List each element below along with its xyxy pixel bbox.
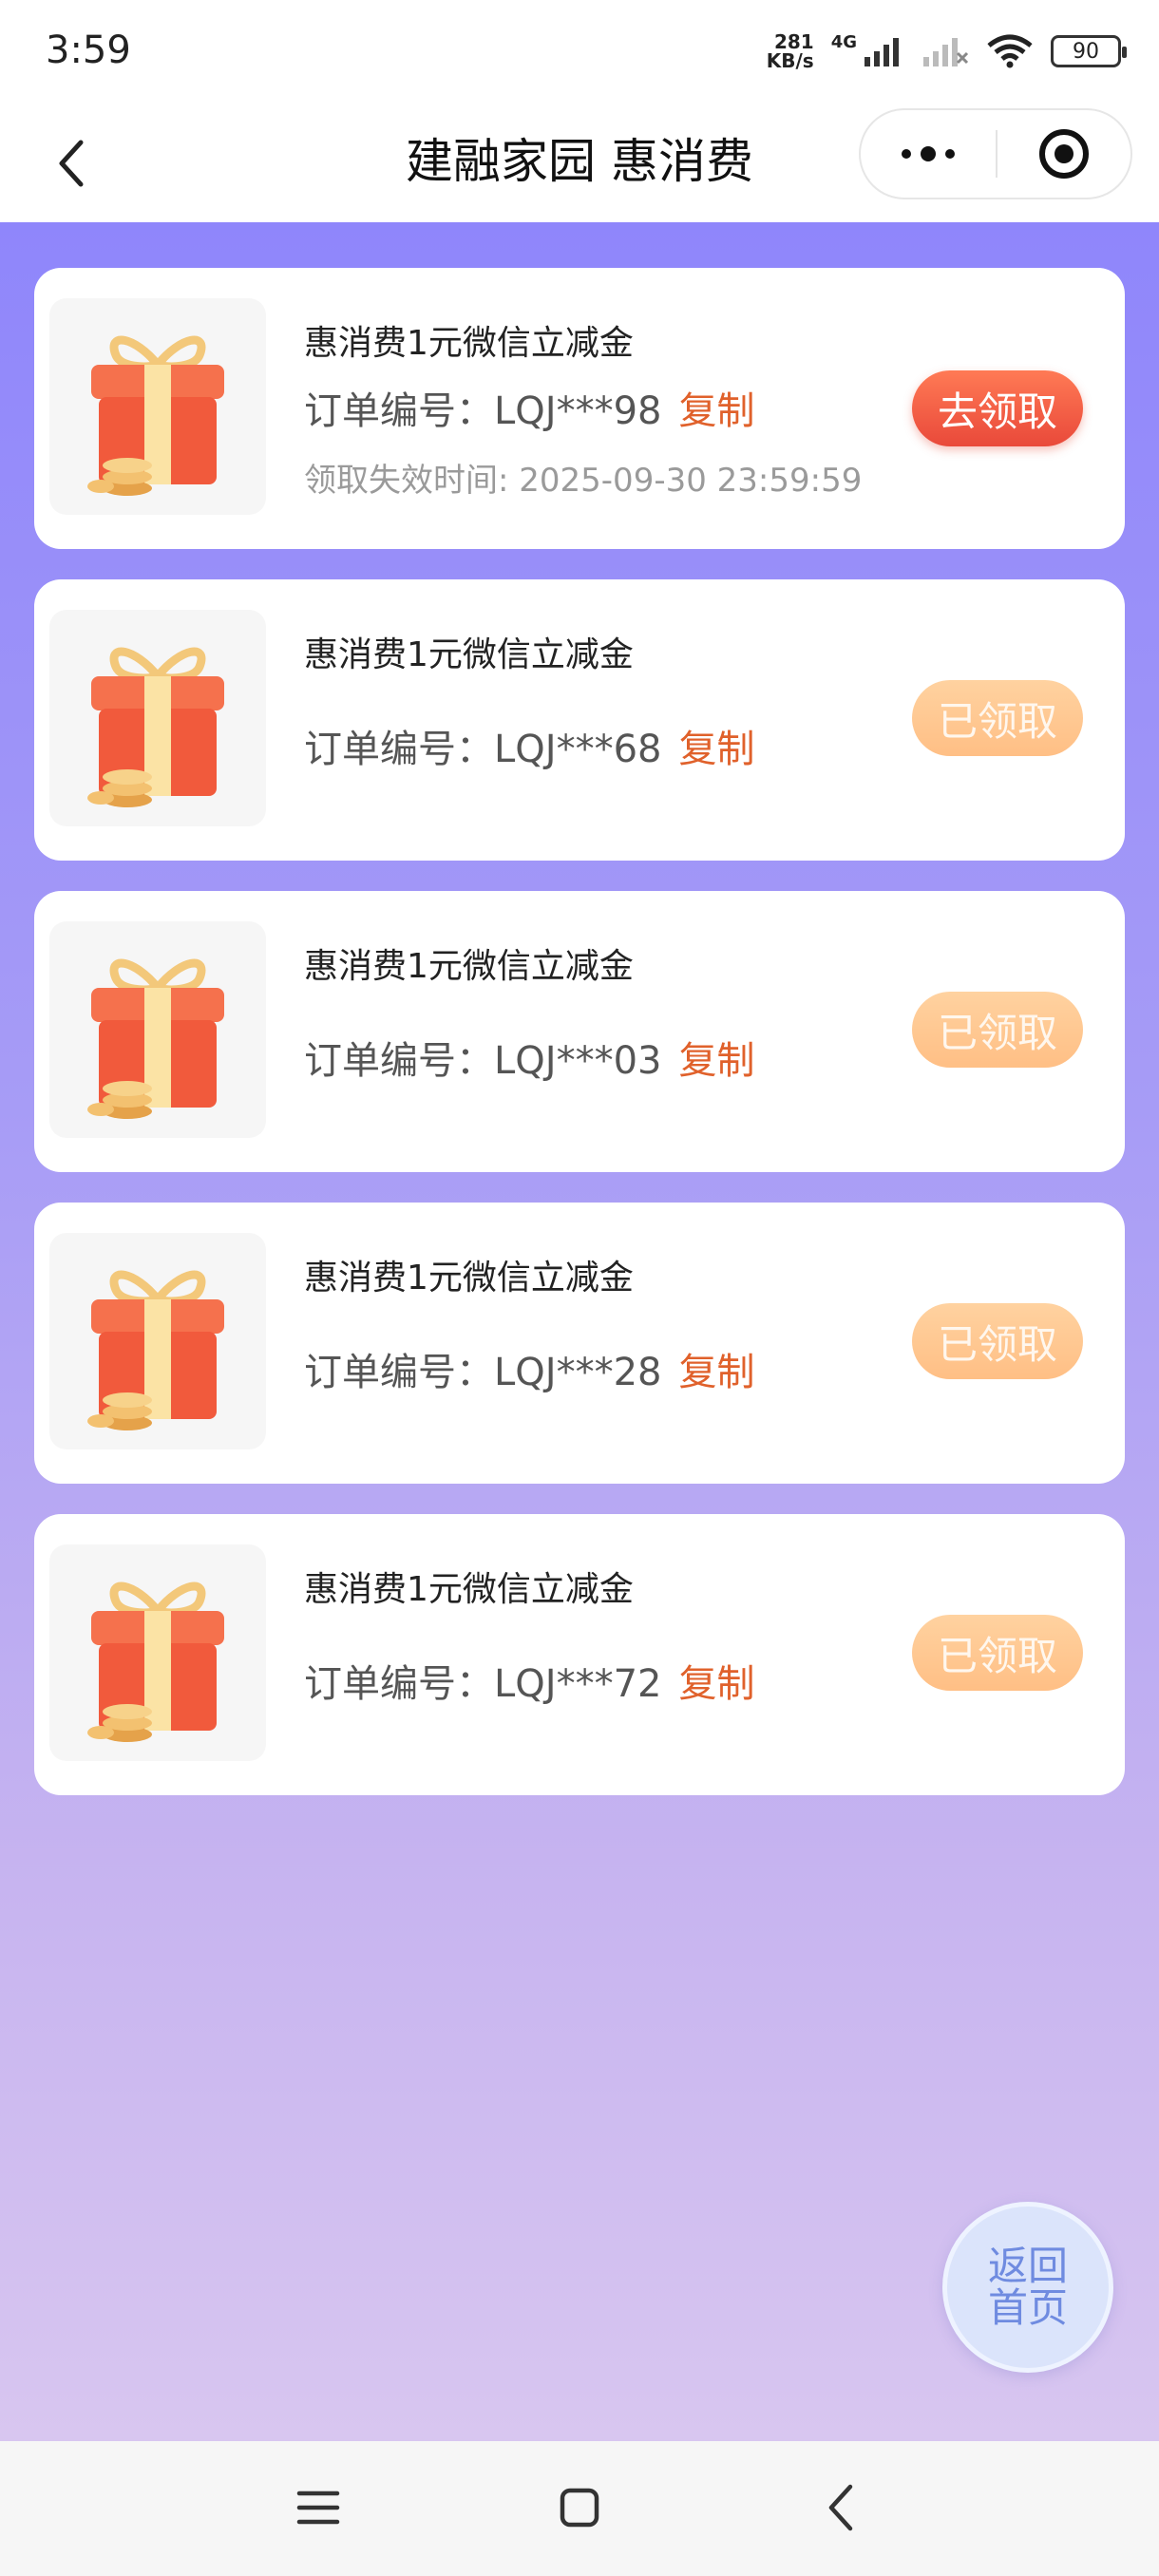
gift-icon [87,1270,224,1430]
order-number: LQJ***03 [494,1039,662,1083]
coupon-card: 惠消费1元微信立减金 订单编号：LQJ***98 复制 领取失效时间: 2025-… [34,268,1125,549]
claimed-button[interactable]: 已领取 [912,1303,1083,1379]
network-speed-value: 281 [773,30,814,53]
order-line: 订单编号：LQJ***03 复制 [304,1030,754,1085]
coupon-title: 惠消费1元微信立减金 [304,1259,634,1297]
network-speed-unit: KB/s [766,49,814,72]
coupon-title: 惠消费1元微信立减金 [304,635,634,674]
status-bar: 3:59 281 KB/s 4G 90 [0,0,1159,104]
system-nav-bar [0,2441,1159,2576]
system-menu-button[interactable] [280,2470,356,2546]
nav-bar: 建融家园 惠消费 [0,104,1159,222]
order-label: 订单编号： [304,389,494,433]
claimed-button[interactable]: 已领取 [912,992,1083,1068]
mini-program-capsule [859,108,1132,199]
order-number: LQJ***72 [494,1662,662,1706]
expire-line: 领取失效时间: 2025-09-30 23:59:59 [304,454,862,501]
wifi-icon [987,34,1033,68]
more-button[interactable] [861,110,996,198]
order-label: 订单编号： [304,728,494,771]
coupon-card: 惠消费1元微信立减金 订单编号：LQJ***03 复制 已领取 [34,891,1125,1172]
copy-button[interactable]: 复制 [678,389,754,433]
copy-button[interactable]: 复制 [678,1039,754,1083]
signal-icon [864,38,899,66]
expire-label: 领取失效时间: [304,462,520,500]
order-number: LQJ***98 [494,389,662,433]
order-line: 订单编号：LQJ***68 复制 [304,718,754,773]
claimed-button[interactable]: 已领取 [912,680,1083,756]
coupon-title: 惠消费1元微信立减金 [304,947,634,986]
expire-time: 2025-09-30 23:59:59 [519,462,863,500]
order-number: LQJ***68 [494,728,662,771]
return-home-button[interactable]: 返回首页 [942,2202,1113,2373]
order-label: 订单编号： [304,1039,494,1083]
system-back-button[interactable] [803,2470,879,2546]
gift-image [49,1233,266,1449]
close-button[interactable] [998,110,1130,198]
coupon-title: 惠消费1元微信立减金 [304,1570,634,1609]
network-type: 4G [830,32,857,52]
copy-button[interactable]: 复制 [678,1662,754,1706]
gift-image [49,610,266,826]
more-dots-icon [902,146,955,161]
order-number: LQJ***28 [494,1351,662,1394]
copy-button[interactable]: 复制 [678,1351,754,1394]
network-speed: 281 KB/s [767,32,814,70]
coupon-title: 惠消费1元微信立减金 [304,324,634,363]
gift-image [49,1544,266,1761]
order-label: 订单编号： [304,1351,494,1394]
back-chevron-icon [828,2484,853,2531]
claimed-button[interactable]: 已领取 [912,1615,1083,1691]
status-time: 3:59 [46,28,131,72]
gift-icon [87,335,224,496]
coupon-card: 惠消费1元微信立减金 订单编号：LQJ***68 复制 已领取 [34,579,1125,861]
return-home-label: 返回首页 [987,2243,1068,2331]
status-icons: 281 KB/s 4G 90 [767,32,1127,70]
gift-icon [87,958,224,1119]
coupon-card: 惠消费1元微信立减金 订单编号：LQJ***28 复制 已领取 [34,1203,1125,1484]
copy-button[interactable]: 复制 [678,728,754,771]
menu-icon [296,2491,340,2525]
signal-no-service-icon [923,38,969,66]
battery-indicator: 90 [1051,35,1127,67]
target-circle-icon [1039,129,1089,179]
coupon-list: 惠消费1元微信立减金 订单编号：LQJ***98 复制 领取失效时间: 2025-… [0,222,1159,2441]
order-line: 订单编号：LQJ***72 复制 [304,1653,754,1708]
gift-icon [87,647,224,807]
home-square-icon [560,2488,599,2528]
claim-button[interactable]: 去领取 [912,370,1083,446]
gift-icon [87,1582,224,1742]
gift-image [49,298,266,515]
system-home-button[interactable] [542,2470,618,2546]
order-line: 订单编号：LQJ***98 复制 [304,380,754,435]
gift-image [49,921,266,1138]
order-line: 订单编号：LQJ***28 复制 [304,1341,754,1396]
coupon-card: 惠消费1元微信立减金 订单编号：LQJ***72 复制 已领取 [34,1514,1125,1795]
order-label: 订单编号： [304,1662,494,1706]
